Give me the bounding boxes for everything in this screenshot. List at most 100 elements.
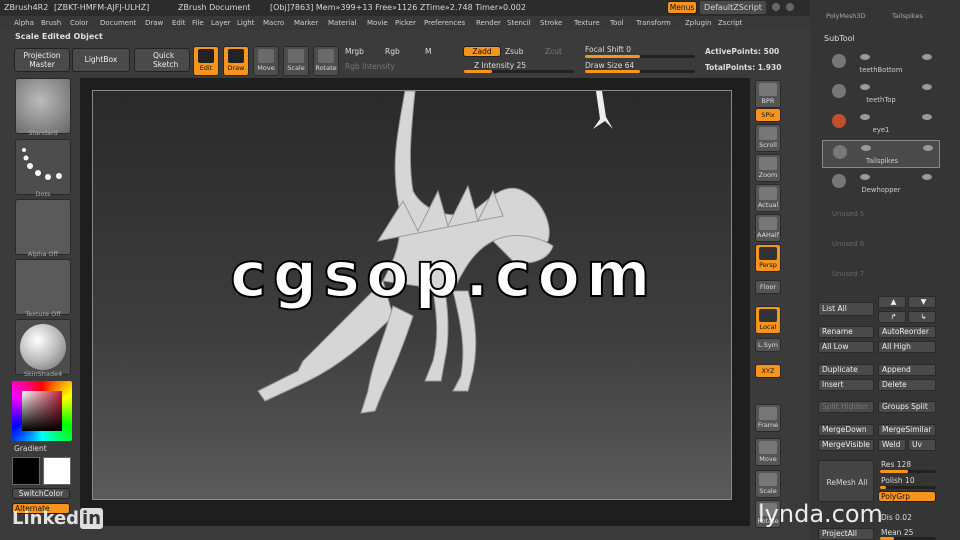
append-button[interactable]: Append [878,364,936,376]
subtool-item[interactable]: teethTop [822,80,940,108]
zsub-button[interactable]: Zsub [505,47,524,56]
stroke-thumbnail[interactable] [15,139,71,195]
split-hidden-button[interactable]: Split Hidden [818,401,874,413]
menu-marker[interactable]: Marker [294,16,318,30]
mrgb-button[interactable]: Mrgb [345,47,364,56]
zoom-button[interactable]: Zoom [755,154,781,182]
auto-reorder-button[interactable]: AutoReorder [878,326,936,338]
menu-edit[interactable]: Edit [172,16,186,30]
rgb-intensity-slider[interactable]: Rgb Intensity [345,62,395,71]
zadd-button[interactable]: Zadd [463,46,501,57]
z-intensity-slider[interactable] [464,70,574,73]
move-button[interactable]: Move [253,46,279,76]
project-all-button[interactable]: ProjectAll [818,528,874,540]
subtool-empty-slot[interactable]: Unused 7 [822,260,940,288]
draw-button[interactable]: Draw [223,46,249,76]
rgb-button[interactable]: Rgb [385,47,400,56]
zcut-button[interactable]: Zcut [545,47,562,56]
bpr-button[interactable]: BPR [755,80,781,108]
scale-button[interactable]: Scale [283,46,309,76]
rotate-button[interactable]: Rotate [313,46,339,76]
palette-icon[interactable] [786,3,794,11]
subtool-item[interactable]: teethBottom [822,50,940,78]
menu-stencil[interactable]: Stencil [507,16,531,30]
menu-draw[interactable]: Draw [145,16,163,30]
menu-macro[interactable]: Macro [263,16,284,30]
subtool-item[interactable]: Dewhopper [822,170,940,198]
menu-movie[interactable]: Movie [367,16,388,30]
uv-button[interactable]: Uv [908,439,936,451]
remesh-all-button[interactable]: ReMesh All [818,460,874,502]
subtool-empty-slot[interactable]: Unused 6 [822,230,940,258]
draw-size-slider[interactable] [585,70,695,73]
duplicate-button[interactable]: Duplicate [818,364,874,376]
menu-preferences[interactable]: Preferences [424,16,465,30]
polypaint-toggle-icon[interactable] [861,145,871,151]
switch-color-button[interactable]: SwitchColor [12,488,70,499]
insert-button[interactable]: Insert [818,379,874,391]
lightbox-button[interactable]: LightBox [72,48,130,72]
eye-icon[interactable] [922,114,932,120]
polypaint-toggle-icon[interactable] [860,54,870,60]
brush-thumbnail[interactable] [15,78,71,134]
menu-light[interactable]: Light [237,16,254,30]
subtool-header[interactable]: SubTool [824,34,855,43]
xyz-button[interactable]: XYZ [755,364,781,378]
eye-icon[interactable] [922,174,932,180]
local-button[interactable]: Local [755,306,781,334]
polypaint-toggle-icon[interactable] [860,174,870,180]
m-button[interactable]: M [425,47,431,56]
polygrp-button[interactable]: PolyGrp [878,491,936,502]
color-picker[interactable] [12,381,72,441]
actual-button[interactable]: Actual [755,184,781,212]
main-color-swatch[interactable] [43,457,71,485]
subtool-item[interactable]: eye1 [822,110,940,138]
projection-master-button[interactable]: Projection Master [14,48,70,72]
material-thumbnail[interactable] [15,319,71,375]
scroll-button[interactable]: Scroll [755,124,781,152]
move-button[interactable]: Move [755,438,781,466]
lsym-button[interactable]: L.Sym [755,338,781,352]
menu-zscript[interactable]: Zscript [718,16,742,30]
spix-button[interactable]: SPix [755,108,781,122]
edit-button[interactable]: Edit [193,46,219,76]
menu-color[interactable]: Color [70,16,88,30]
secondary-color-swatch[interactable] [12,457,40,485]
texture-thumbnail[interactable] [15,259,71,315]
help-icon[interactable] [772,3,780,11]
move-up-icon[interactable]: ↱ [878,311,906,323]
menu-tool[interactable]: Tool [610,16,624,30]
menu-layer[interactable]: Layer [211,16,231,30]
menu-transform[interactable]: Transform [636,16,671,30]
polypaint-toggle-icon[interactable] [860,114,870,120]
menu-document[interactable]: Document [100,16,136,30]
eye-icon[interactable] [922,84,932,90]
polish-slider[interactable] [880,486,936,489]
eye-icon[interactable] [923,145,933,151]
menu-texture[interactable]: Texture [574,16,600,30]
alpha-thumbnail[interactable] [15,199,71,255]
all-high-button[interactable]: All High [878,341,936,353]
menus-button[interactable]: Menus [667,1,697,14]
menu-render[interactable]: Render [476,16,501,30]
merge-similar-button[interactable]: MergeSimilar [878,424,936,436]
all-low-button[interactable]: All Low [818,341,874,353]
color-square[interactable] [22,391,62,431]
menu-material[interactable]: Material [328,16,356,30]
menu-stroke[interactable]: Stroke [540,16,562,30]
res-slider[interactable] [880,470,936,473]
polypaint-toggle-icon[interactable] [860,84,870,90]
focal-shift-slider[interactable] [585,55,695,58]
scale-button[interactable]: Scale [755,470,781,498]
merge-visible-button[interactable]: MergeVisible [818,439,874,451]
rename-button[interactable]: Rename [818,326,874,338]
menu-file[interactable]: File [192,16,204,30]
frame-button[interactable]: Frame [755,404,781,432]
subtool-empty-slot[interactable]: Unused 5 [822,200,940,228]
quick-sketch-button[interactable]: Quick Sketch [134,48,190,72]
weld-button[interactable]: Weld [878,439,906,451]
floor-button[interactable]: Floor [755,280,781,294]
merge-down-button[interactable]: MergeDown [818,424,874,436]
menu-alpha[interactable]: Alpha [14,16,34,30]
eye-icon[interactable] [922,54,932,60]
